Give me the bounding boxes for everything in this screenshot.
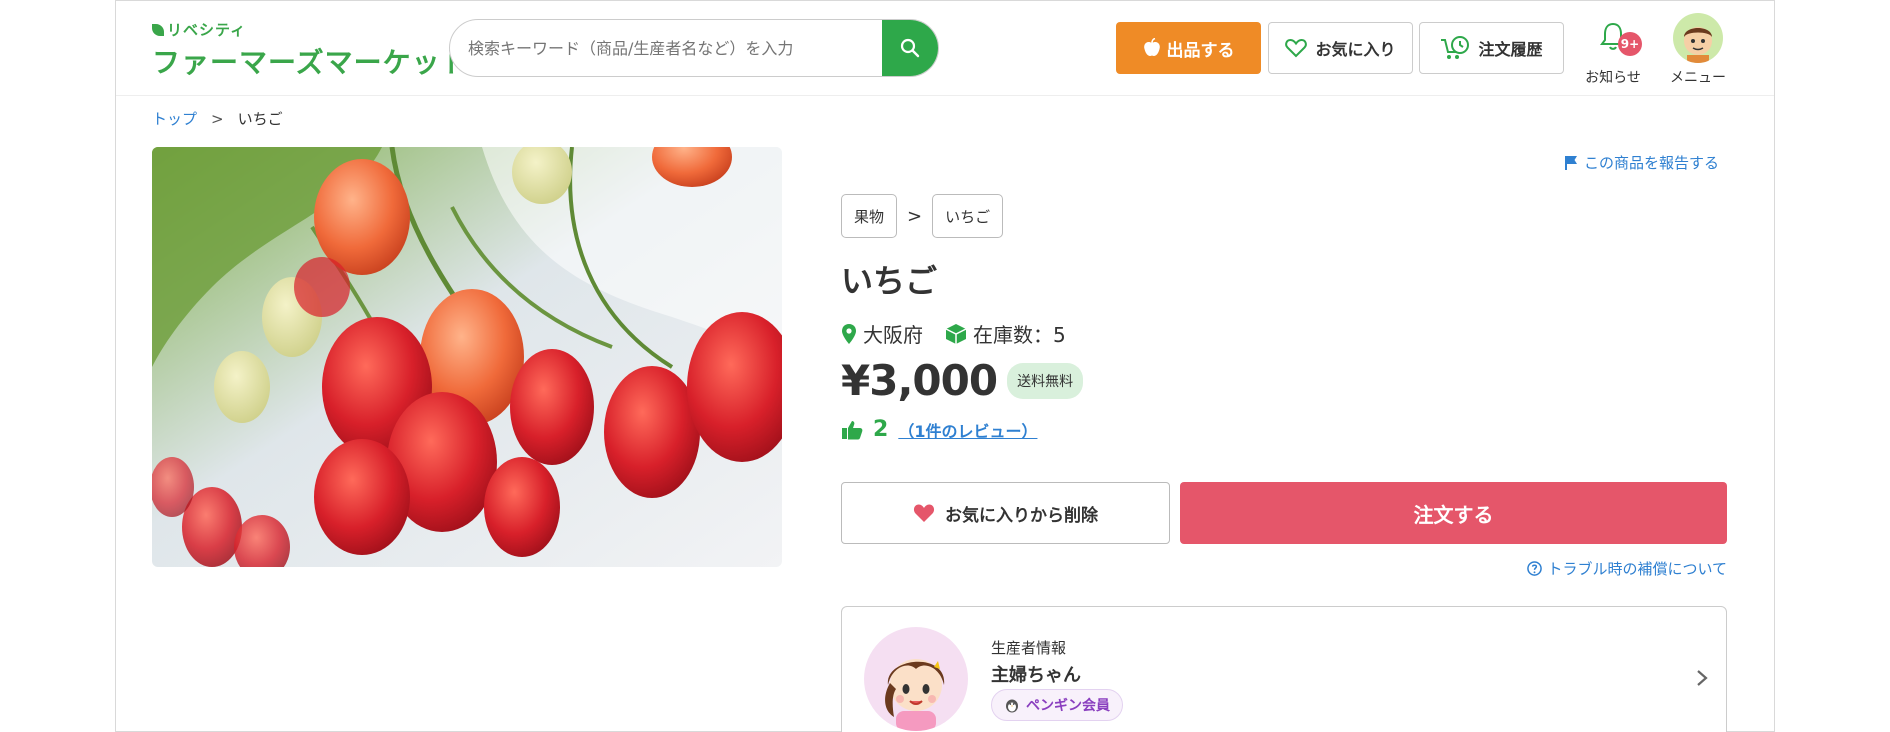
- producer-avatar: [864, 627, 968, 731]
- favorites-label: お気に入り: [1315, 40, 1396, 59]
- apple-icon: [1143, 38, 1160, 56]
- logo-sub-text: リベシティ: [167, 21, 247, 39]
- site-logo[interactable]: リベシティ ファーマーズマーケット: [152, 19, 469, 79]
- remove-favorite-button[interactable]: お気に入りから削除: [841, 482, 1170, 544]
- stock-text: 在庫数：5: [973, 323, 1066, 347]
- map-pin-icon: [842, 323, 856, 344]
- location-info: 大阪府: [841, 319, 923, 348]
- member-badge-label: ペンギン会員: [1026, 698, 1110, 714]
- order-history-label: 注文履歴: [1478, 40, 1543, 59]
- product-title: いちご: [841, 262, 938, 300]
- category-tags: 果物 > いちご: [841, 194, 1004, 238]
- search-input[interactable]: [450, 20, 880, 76]
- stock-info: 在庫数：5: [945, 319, 1066, 348]
- report-label: この商品を報告する: [1584, 154, 1720, 172]
- penguin-icon: [1006, 699, 1018, 713]
- category-separator: >: [907, 205, 923, 227]
- free-shipping-badge: 送料無料: [1007, 362, 1084, 399]
- subcategory-chip[interactable]: いちご: [932, 194, 1004, 238]
- product-price: ¥3,000: [841, 356, 998, 405]
- logo-main: ファーマーズマーケット: [152, 46, 470, 79]
- leaf-icon: [152, 24, 164, 36]
- sell-label: 出品する: [1166, 40, 1235, 61]
- flag-icon: [1565, 155, 1577, 170]
- user-avatar: [1673, 13, 1723, 63]
- question-circle-icon: [1527, 561, 1543, 576]
- order-history-button[interactable]: 注文履歴: [1419, 22, 1564, 74]
- search-box: [449, 19, 939, 77]
- page-frame: リベシティ ファーマーズマーケット 出品する お気に入り 注文履歴 9+ お知ら…: [115, 0, 1775, 732]
- logo-sub: リベシティ: [152, 19, 246, 40]
- compensation-label: トラブル時の補償について: [1547, 560, 1727, 578]
- cart-clock-icon: [1441, 36, 1470, 59]
- reviews-link[interactable]: （1件のレビュー）: [898, 418, 1037, 442]
- box-icon: [945, 323, 967, 344]
- search-button[interactable]: [882, 20, 938, 76]
- location-text: 大阪府: [863, 323, 923, 347]
- product-meta: 大阪府 在庫数：5: [841, 319, 1080, 348]
- breadcrumb: トップ > いちご: [152, 108, 283, 129]
- breadcrumb-separator: >: [211, 109, 224, 128]
- order-label: 注文する: [1413, 502, 1494, 527]
- member-badge: ペンギン会員: [991, 689, 1123, 721]
- notification-badge: 9+: [1618, 32, 1642, 56]
- category-chip[interactable]: 果物: [841, 194, 898, 238]
- site-header: リベシティ ファーマーズマーケット 出品する お気に入り 注文履歴 9+ お知ら…: [116, 1, 1774, 96]
- product-image[interactable]: [152, 147, 782, 567]
- menu-button[interactable]: メニュー: [1656, 13, 1736, 89]
- notifications-button[interactable]: 9+ お知らせ: [1578, 15, 1648, 86]
- heart-icon: [913, 504, 935, 522]
- menu-label: メニュー: [1670, 70, 1726, 86]
- sell-button[interactable]: 出品する: [1116, 22, 1261, 74]
- producer-name: 主婦ちゃん: [991, 665, 1081, 686]
- price-row: ¥3,000 送料無料: [841, 356, 1084, 405]
- remove-favorite-label: お気に入りから削除: [945, 505, 1098, 526]
- heart-outline-icon: [1285, 38, 1308, 58]
- breadcrumb-home[interactable]: トップ: [152, 108, 197, 129]
- notifications-label: お知らせ: [1585, 70, 1641, 86]
- breadcrumb-current: いちご: [237, 110, 283, 128]
- producer-card[interactable]: 生産者情報 主婦ちゃん ペンギン会員: [841, 606, 1727, 732]
- chevron-right-icon: [1697, 670, 1708, 686]
- rating-row: 2 （1件のレビュー）: [841, 417, 1037, 442]
- compensation-link[interactable]: トラブル時の補償について: [1516, 558, 1727, 579]
- favorites-button[interactable]: お気に入り: [1268, 22, 1413, 74]
- search-icon: [900, 38, 920, 58]
- producer-heading: 生産者情報: [991, 639, 1067, 657]
- order-button[interactable]: 注文する: [1180, 482, 1727, 544]
- thumbs-up-icon: [842, 420, 863, 439]
- report-product-link[interactable]: この商品を報告する: [1564, 152, 1719, 173]
- likes-count: 2: [873, 417, 889, 442]
